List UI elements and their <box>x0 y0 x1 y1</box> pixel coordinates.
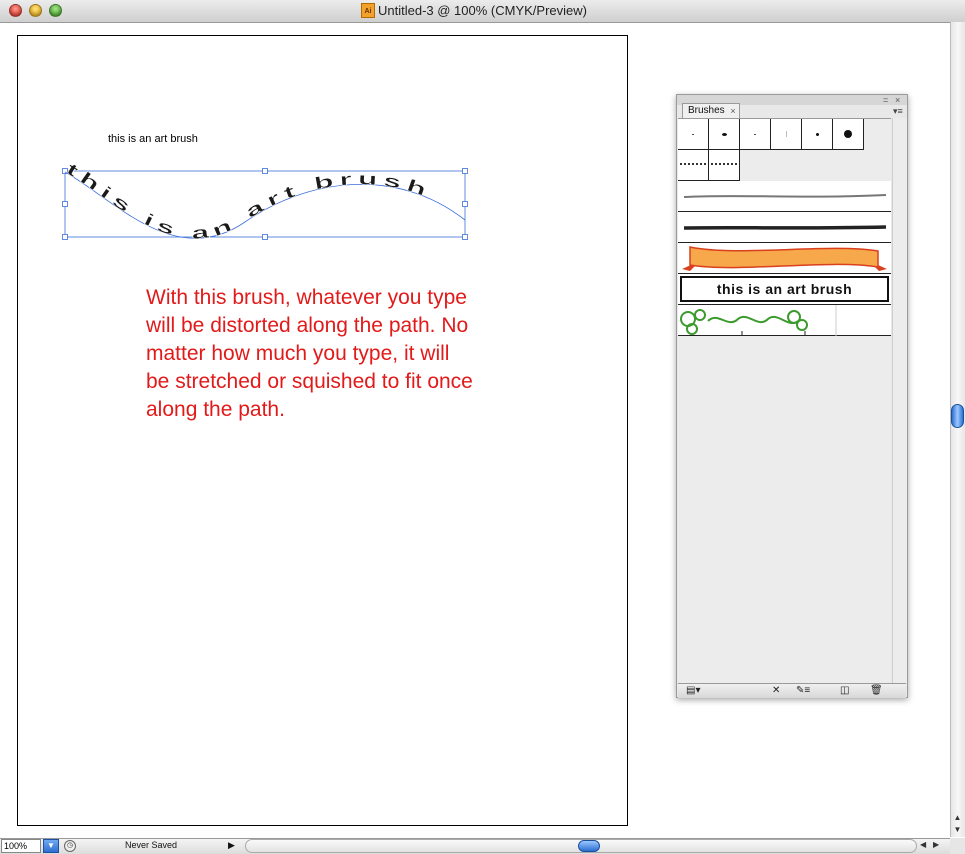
calligraphic-brush-swatch[interactable] <box>802 119 833 150</box>
remove-stroke-icon[interactable]: ✕ <box>772 685 780 697</box>
delete-brush-icon[interactable]: 🗑 <box>870 685 883 697</box>
status-menu-arrow-icon[interactable]: ▶ <box>228 840 235 851</box>
vertical-scroll-thumb[interactable] <box>951 404 964 428</box>
scroll-right-arrow-icon[interactable]: ▶ <box>933 840 939 849</box>
art-brush-charcoal-thin[interactable] <box>678 181 891 212</box>
scatter-brush-swatch[interactable] <box>678 150 709 181</box>
tab-close-icon[interactable]: × <box>730 104 735 118</box>
scroll-up-arrow-icon[interactable]: ▲ <box>951 812 964 824</box>
panel-scrollbar[interactable] <box>892 118 907 683</box>
minimize-window-button[interactable] <box>29 4 42 17</box>
panel-menu-icon[interactable]: ▾≡ <box>893 106 903 117</box>
zoom-dropdown-button[interactable]: ▼ <box>43 839 59 853</box>
explanation-line: With this brush, whatever you type <box>146 286 467 309</box>
status-menu-icon[interactable]: ◷ <box>64 840 76 852</box>
art-brush-path[interactable]: this is an art brush <box>55 159 475 250</box>
scroll-left-arrow-icon[interactable]: ◀ <box>920 840 926 849</box>
zoom-window-button[interactable] <box>49 4 62 17</box>
scroll-down-arrow-icon[interactable]: ▼ <box>951 824 964 836</box>
close-window-button[interactable] <box>9 4 22 17</box>
explanation-line: will be distorted along the path. No <box>146 314 469 337</box>
calligraphic-brush-swatch[interactable] <box>833 119 864 150</box>
window-titlebar: Ai Untitled-3 @ 100% (CMYK/Preview) <box>0 0 965 23</box>
calligraphic-brush-swatch[interactable] <box>678 119 709 150</box>
panel-footer: ▤▾ ✕ ✎≡ ◫ 🗑 <box>678 683 906 698</box>
explanation-line: along the path. <box>146 398 285 421</box>
illustrator-document-icon: Ai <box>361 3 375 18</box>
scatter-brush-swatch[interactable] <box>709 150 740 181</box>
new-brush-icon[interactable]: ◫ <box>840 685 849 697</box>
point-text-label[interactable]: this is an art brush <box>108 133 198 145</box>
calligraphic-brush-swatch[interactable] <box>740 119 771 150</box>
distorted-brush-text: this is an art brush <box>63 159 434 243</box>
artboard[interactable] <box>17 35 628 826</box>
document-status-text: Never Saved <box>125 840 178 850</box>
calligraphic-brush-swatch[interactable] <box>709 119 740 150</box>
zoom-level-field[interactable]: 100% <box>1 839 41 853</box>
vertical-scrollbar[interactable] <box>950 22 965 837</box>
brush-libraries-icon[interactable]: ▤▾ <box>686 685 700 697</box>
calligraphic-brush-swatch[interactable] <box>771 119 802 150</box>
tab-brushes[interactable]: Brushes × <box>682 103 740 118</box>
explanation-text: With this brush, whatever you type will … <box>146 284 566 424</box>
brush-list: this is an art brush <box>678 118 891 684</box>
art-brush-text-selected[interactable]: this is an art brush <box>678 274 891 305</box>
art-brush-charcoal-thick[interactable] <box>678 212 891 243</box>
panel-collapse-icon[interactable]: = <box>883 95 888 105</box>
horizontal-scroll-thumb[interactable] <box>578 840 600 852</box>
tab-brushes-label: Brushes <box>688 105 725 116</box>
art-brush-banner[interactable] <box>678 243 891 274</box>
art-brush-text-preview: this is an art brush <box>680 276 889 302</box>
window-title: Untitled-3 @ 100% (CMYK/Preview) <box>378 3 587 18</box>
pattern-brush-swatch[interactable] <box>678 305 891 336</box>
window-resize-grip[interactable] <box>950 838 965 854</box>
brush-options-icon[interactable]: ✎≡ <box>796 685 810 697</box>
brushes-panel: = × Brushes × ▾≡ this is an art brush ▤▾… <box>676 94 908 698</box>
panel-close-icon[interactable]: × <box>895 95 900 105</box>
explanation-line: be stretched or squished to fit once <box>146 370 473 393</box>
explanation-line: matter how much you type, it will <box>146 342 450 365</box>
